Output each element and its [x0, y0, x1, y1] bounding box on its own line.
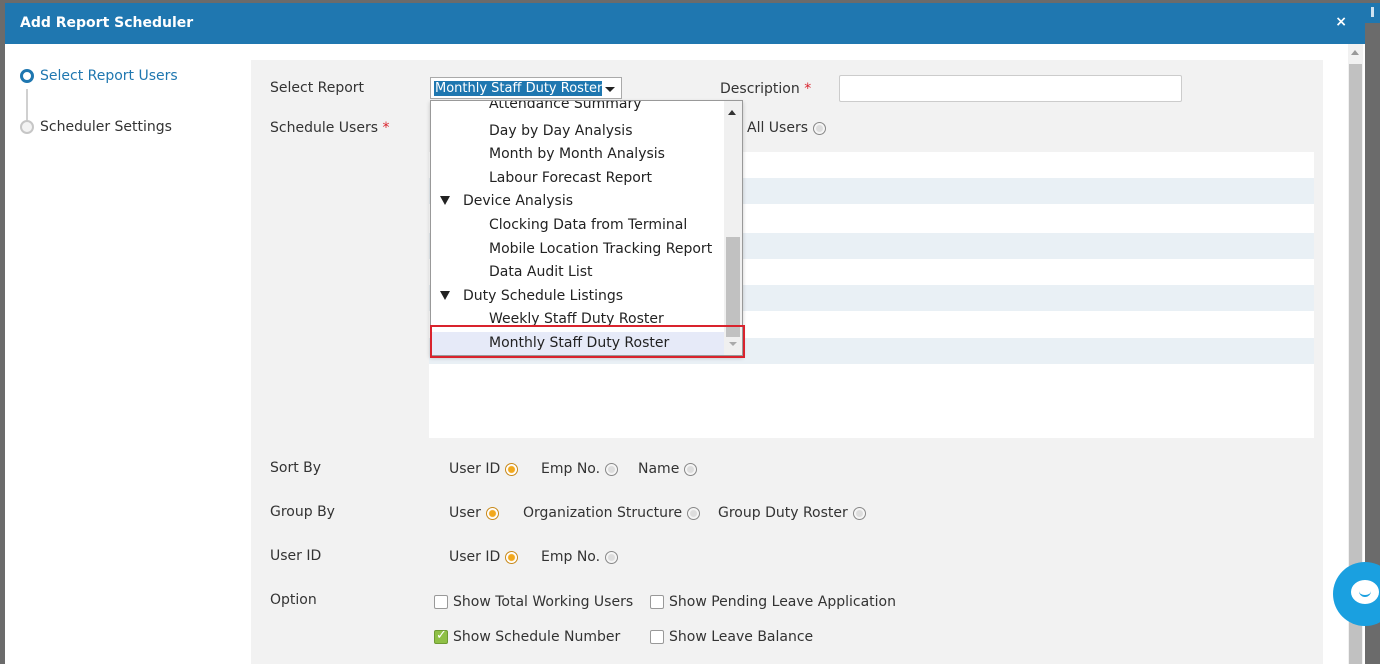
sort-by-label: Sort By	[270, 460, 322, 476]
scrollbar-thumb[interactable]	[726, 237, 740, 337]
dropdown-option[interactable]: Day by Day Analysis	[431, 120, 724, 143]
radio-icon	[605, 462, 619, 476]
step-inactive-icon	[20, 120, 34, 134]
emp-no-radio[interactable]: Emp No.	[541, 549, 619, 565]
scroll-up-icon[interactable]	[1351, 50, 1359, 55]
sort-by-name-radio[interactable]: Name	[638, 461, 698, 477]
radio-label: User ID	[449, 549, 501, 565]
page-scrollbar[interactable]	[1365, 3, 1380, 23]
show-pending-leave-checkbox[interactable]: Show Pending Leave Application	[650, 594, 896, 610]
show-schedule-number-checkbox[interactable]: Show Schedule Number	[434, 628, 621, 645]
step-active-icon	[20, 69, 34, 83]
step-label: Scheduler Settings	[40, 119, 172, 135]
dropdown-scrollbar[interactable]	[724, 101, 742, 355]
checkbox-label: Show Leave Balance	[669, 629, 814, 645]
radio-label: Emp No.	[541, 461, 601, 477]
dropdown-option[interactable]: Labour Forecast Report	[431, 167, 724, 190]
step-label: Select Report Users	[40, 68, 178, 84]
dropdown-option[interactable]: Clocking Data from Terminal	[431, 214, 724, 237]
checkbox-label: Show Total Working Users	[453, 594, 634, 610]
checkbox-label: Show Schedule Number	[453, 629, 621, 645]
radio-label: Emp No.	[541, 549, 601, 565]
radio-icon	[852, 506, 866, 520]
close-icon[interactable]: ×	[1335, 14, 1347, 30]
show-total-working-users-checkbox[interactable]: Show Total Working Users	[434, 594, 633, 610]
checkbox-icon	[650, 630, 664, 644]
sort-by-emp-no-radio[interactable]: Emp No.	[541, 461, 619, 477]
report-dropdown-list[interactable]: Attendance Summary Day by Day Analysis M…	[430, 100, 743, 356]
all-users-radio[interactable]: All Users	[747, 120, 827, 136]
radio-icon	[684, 462, 698, 476]
select-report-label: Select Report	[270, 80, 365, 96]
collapse-triangle-icon	[440, 196, 450, 205]
radio-icon	[813, 121, 827, 135]
radio-label: Name	[638, 461, 680, 477]
group-by-label: Group By	[270, 504, 335, 520]
collapse-triangle-icon	[440, 291, 450, 300]
radio-label: User ID	[449, 461, 501, 477]
report-select[interactable]: Monthly Staff Duty Roster	[430, 77, 622, 99]
group-by-organization-radio[interactable]: Organization Structure	[523, 505, 701, 521]
radio-icon	[605, 550, 619, 564]
checkbox-label: Show Pending Leave Application	[669, 594, 896, 610]
dropdown-option[interactable]: Attendance Summary	[431, 101, 724, 116]
radio-checked-icon	[505, 550, 519, 564]
chevron-down-icon	[605, 87, 615, 92]
radio-icon	[687, 506, 701, 520]
dropdown-option[interactable]: Mobile Location Tracking Report	[431, 238, 724, 261]
description-field[interactable]	[839, 75, 1182, 102]
show-leave-balance-checkbox[interactable]: Show Leave Balance	[650, 629, 813, 645]
option-label: Option	[270, 592, 317, 608]
scroll-up-icon[interactable]	[728, 110, 736, 115]
radio-label: Organization Structure	[523, 505, 683, 521]
checkbox-icon	[434, 595, 448, 609]
sort-by-user-id-radio[interactable]: User ID	[449, 461, 519, 477]
selection-highlight-box	[430, 325, 745, 358]
radio-checked-icon	[485, 506, 499, 520]
radio-label: User	[449, 505, 481, 521]
radio-checked-icon	[505, 462, 519, 476]
step-connector	[26, 89, 28, 121]
schedule-users-label: Schedule Users *	[270, 120, 390, 136]
description-label: Description *	[720, 81, 812, 97]
radio-label: Group Duty Roster	[718, 505, 848, 521]
all-users-label: All Users	[747, 120, 809, 136]
checkbox-icon	[650, 595, 664, 609]
dropdown-option[interactable]: Data Audit List	[431, 261, 724, 284]
step-scheduler-settings[interactable]: Scheduler Settings	[20, 119, 172, 135]
dropdown-group[interactable]: Duty Schedule Listings	[431, 285, 724, 308]
group-by-duty-roster-radio[interactable]: Group Duty Roster	[718, 505, 866, 521]
user-id-label: User ID	[270, 548, 322, 564]
wizard-steps: Select Report Users Scheduler Settings	[0, 41, 250, 661]
modal-title: Add Report Scheduler	[20, 15, 194, 31]
user-id-radio[interactable]: User ID	[449, 549, 519, 565]
group-by-user-radio[interactable]: User	[449, 505, 499, 521]
dropdown-option[interactable]: Month by Month Analysis	[431, 143, 724, 166]
modal-header: Add Report Scheduler ×	[5, 3, 1365, 44]
checkbox-checked-icon	[434, 628, 448, 644]
report-select-value: Monthly Staff Duty Roster	[434, 81, 602, 96]
dropdown-group[interactable]: Device Analysis	[431, 190, 724, 213]
step-select-report-users[interactable]: Select Report Users	[20, 68, 178, 84]
chat-icon	[1351, 580, 1379, 604]
